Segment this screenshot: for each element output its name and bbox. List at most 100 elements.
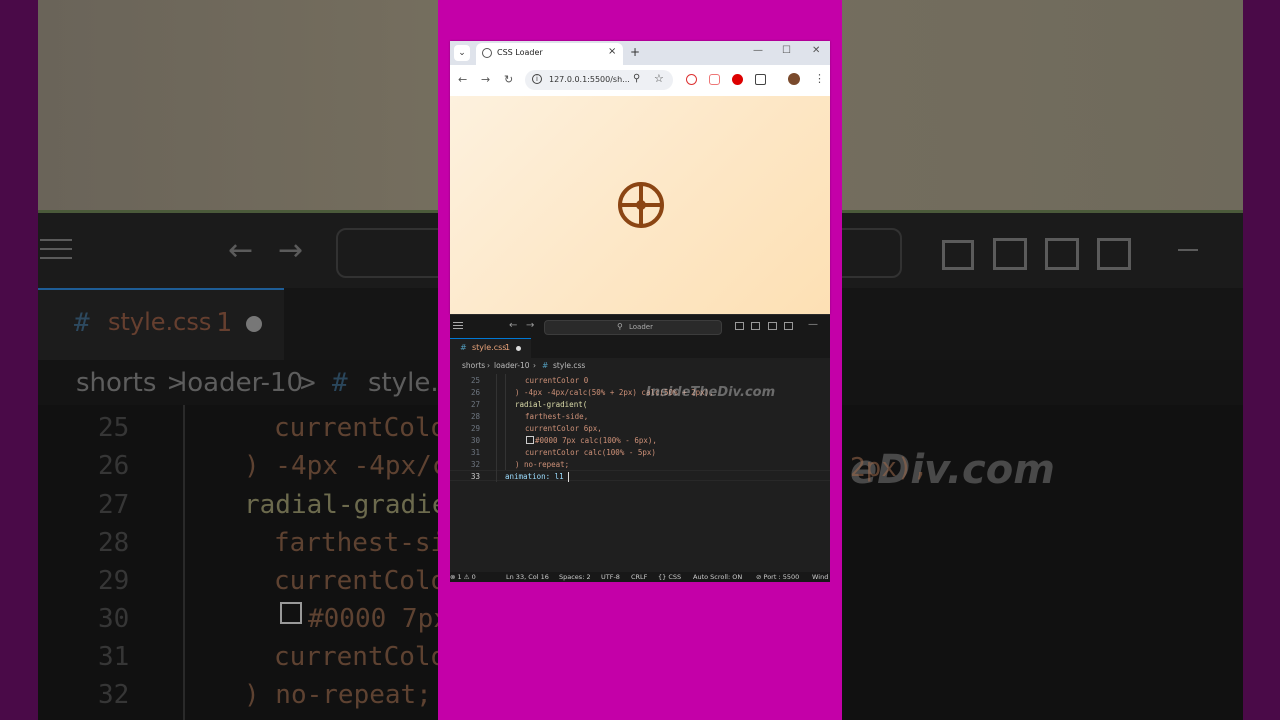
customize-layout-icon[interactable] (735, 322, 744, 330)
bg-color-swatch (280, 602, 302, 624)
zoom-icon[interactable]: ⚲ (633, 73, 640, 84)
bg-code-line: ) -4px -4px/c (244, 451, 448, 481)
bg-code-line: radial-gradie (244, 490, 448, 520)
tab-filename: style.css (472, 343, 507, 352)
breadcrumb-folder[interactable]: loader-10 (494, 361, 530, 370)
bg-menu-icon (40, 239, 72, 241)
code-line: radial-gradient( (515, 400, 588, 409)
forward-arrow-icon[interactable]: → (526, 320, 534, 331)
tab-close-icon[interactable]: × (608, 46, 616, 57)
extension-opera-icon[interactable] (732, 74, 743, 85)
code-line-current: animation: l1 (505, 472, 564, 481)
bg-unsaved-dot (246, 316, 262, 332)
bg-indent-guide (183, 405, 185, 720)
bg-forward-icon: → (278, 233, 304, 268)
menu-icon[interactable] (453, 322, 463, 323)
line-number: 26 (470, 388, 480, 397)
bg-code-fragment: 2px), (850, 453, 929, 483)
line-number: 25 (470, 376, 480, 385)
eol-status[interactable]: CRLF (631, 573, 647, 581)
profile-avatar[interactable] (788, 73, 800, 85)
code-line: currentColor 0 (525, 376, 589, 385)
chevron-right-icon: › (533, 361, 536, 370)
bg-line-number: 25 (98, 413, 130, 443)
extra-status[interactable]: Wind (812, 573, 828, 581)
breadcrumb-folder[interactable]: shorts (462, 361, 485, 370)
bg-crumb-hash: # (332, 368, 348, 398)
tab-search-button[interactable]: ⌄ (454, 45, 470, 61)
bg-line-number: 26 (98, 451, 130, 481)
cursor-position-status[interactable]: Ln 33, Col 16 (506, 573, 549, 581)
tab-title: CSS Loader (497, 48, 543, 57)
breadcrumb-file[interactable]: style.css (553, 361, 585, 370)
bookmark-star-icon[interactable]: ☆ (654, 72, 664, 85)
back-button[interactable]: ← (458, 73, 467, 86)
tab-error-count: 1 (505, 343, 511, 352)
indent-status[interactable]: Spaces: 2 (559, 573, 591, 581)
globe-icon (482, 48, 492, 58)
autoscroll-status[interactable]: Auto Scroll: ON (693, 573, 742, 581)
command-center-search[interactable]: ⚲ Loader (544, 320, 722, 335)
live-server-port-status[interactable]: ⊘ Port : 5500 (756, 573, 799, 581)
bg-left-edge (0, 0, 38, 720)
editor-tabs: # style.css 1 (450, 338, 830, 358)
vscode-window: ← → ⚲ Loader — # style.css 1 shorts › lo… (450, 314, 830, 582)
close-window-button[interactable]: ✕ (812, 45, 820, 56)
unsaved-dot-icon[interactable] (516, 346, 521, 351)
line-number: 29 (470, 424, 480, 433)
toggle-secondary-sidebar-icon[interactable] (784, 322, 793, 330)
browser-menu-icon[interactable]: ⋮ (814, 72, 825, 85)
bg-minimize-icon (1178, 249, 1198, 251)
tab-style-css[interactable]: # style.css 1 (450, 338, 531, 358)
css-file-icon: # (460, 343, 467, 352)
url-text[interactable]: 127.0.0.1:5500/sh... (549, 75, 630, 84)
toggle-primary-sidebar-icon[interactable] (751, 322, 760, 330)
encoding-status[interactable]: UTF-8 (601, 573, 620, 581)
status-bar: ⊗ 1 ⚠ 0 Ln 33, Col 16 Spaces: 2 UTF-8 CR… (450, 572, 830, 582)
bg-code-line: currentColo (274, 566, 447, 596)
bg-crumb: loader-10 (180, 368, 304, 398)
bg-layout-icon (1045, 238, 1079, 270)
line-number-current: 33 (470, 472, 480, 481)
forward-button[interactable]: → (481, 73, 490, 86)
code-editor[interactable]: 25 currentColor 0 26 ) -4px -4px/calc(50… (450, 374, 830, 572)
problems-status[interactable]: ⊗ 1 ⚠ 0 (450, 573, 476, 581)
bg-line-number: 30 (98, 604, 130, 634)
bg-tab-err: 1 (216, 308, 232, 338)
bg-line-number: 27 (98, 490, 130, 520)
back-arrow-icon[interactable]: ← (509, 320, 517, 331)
reload-button[interactable]: ↻ (504, 73, 513, 86)
code-line: ) no-repeat; (515, 460, 570, 469)
page-viewport (450, 96, 830, 314)
toggle-panel-icon[interactable] (768, 322, 777, 330)
bg-layout-icon (942, 240, 974, 270)
code-line: #0000 7px calc(100% - 6px), (535, 436, 657, 445)
line-number: 32 (470, 460, 480, 469)
breadcrumb: shorts › loader-10 › # style.css (450, 358, 830, 374)
browser-tab-css-loader[interactable]: CSS Loader × (476, 43, 623, 65)
color-swatch-transparent[interactable] (526, 436, 534, 444)
extension-capture-icon[interactable] (709, 74, 720, 85)
new-tab-button[interactable]: + (630, 45, 640, 59)
indent-guide (505, 374, 506, 470)
bg-back-icon: ← (228, 233, 254, 268)
bg-layout-icon (993, 238, 1027, 270)
search-icon: ⚲ (617, 322, 623, 331)
line-number: 30 (470, 436, 480, 445)
address-bar[interactable]: i 127.0.0.1:5500/sh... ⚲ ☆ (525, 70, 673, 90)
extension-record-icon[interactable] (686, 74, 697, 85)
bg-code-line: #0000 7px (308, 604, 449, 634)
minimize-button[interactable]: — (753, 45, 763, 56)
site-info-icon[interactable]: i (532, 74, 542, 84)
line-number: 28 (470, 412, 480, 421)
bg-code-line: ) no-repeat; (244, 680, 432, 710)
maximize-button[interactable]: ☐ (782, 45, 791, 56)
vscode-minimize-button[interactable]: — (808, 319, 818, 330)
chevron-right-icon: › (487, 361, 490, 370)
line-number: 31 (470, 448, 480, 457)
bg-right-edge (1243, 0, 1280, 720)
language-status[interactable]: {} CSS (658, 573, 681, 581)
browser-window: ⌄ CSS Loader × + — ☐ ✕ ← → ↻ i 127.0.0.1… (450, 41, 830, 314)
extensions-puzzle-icon[interactable] (755, 74, 766, 85)
bg-tab-hash: # (74, 308, 90, 338)
